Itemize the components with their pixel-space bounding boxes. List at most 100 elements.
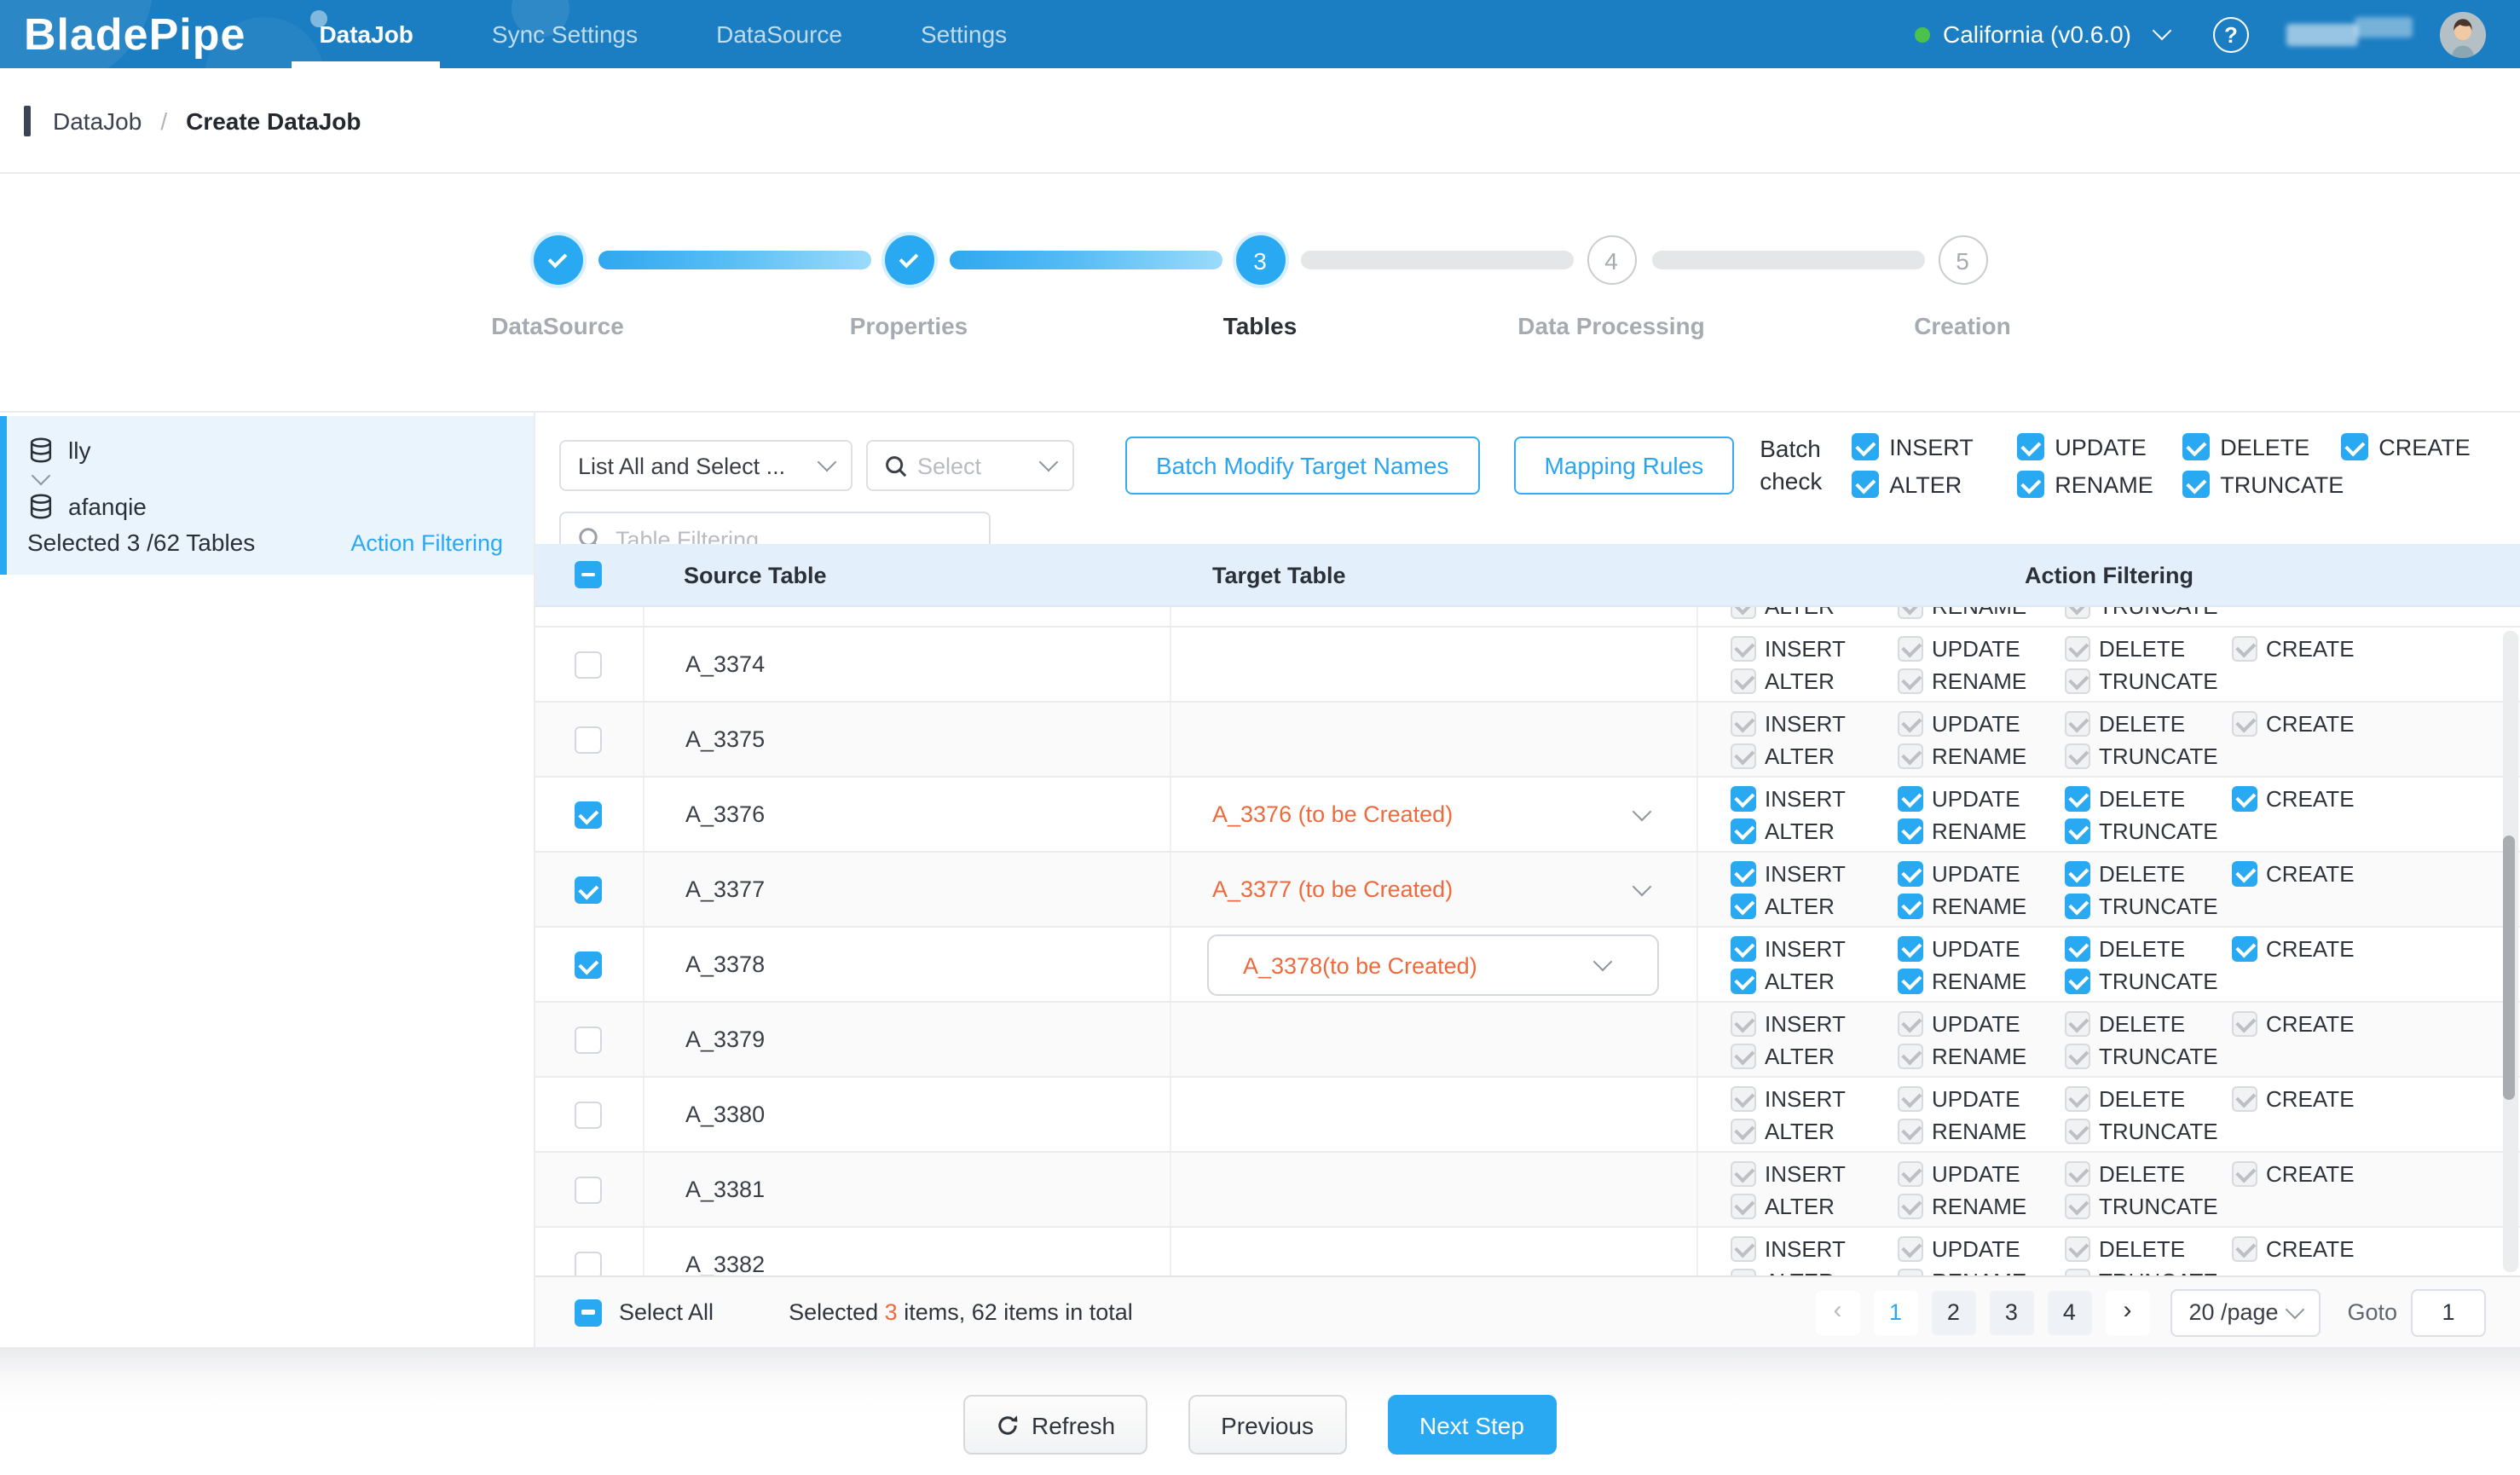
environment-selector[interactable]: California (v0.6.0): [1914, 20, 2169, 48]
table-row[interactable]: A_3376A_3376 (to be Created)INSERTUPDATE…: [535, 778, 2520, 853]
select-all-checkbox[interactable]: [575, 1299, 602, 1326]
row-checkbox[interactable]: [575, 1027, 602, 1054]
table-row[interactable]: A_3379INSERTUPDATEDELETECREATEALTERRENAM…: [535, 1003, 2520, 1078]
action-alter: ALTER: [1731, 1119, 1898, 1144]
list-mode-select[interactable]: List All and Select ...: [559, 440, 853, 491]
table-row[interactable]: A_3374INSERTUPDATEDELETECREATEALTERRENAM…: [535, 628, 2520, 703]
action-label: ALTER: [1765, 1269, 1835, 1275]
batch-alter-checkbox[interactable]: [1852, 471, 1879, 498]
batch-update-checkbox[interactable]: [2017, 433, 2044, 460]
goto-page-input[interactable]: 1: [2411, 1288, 2486, 1336]
row-checkbox[interactable]: [575, 876, 602, 904]
pagination-page-2[interactable]: 2: [1931, 1290, 1975, 1334]
target-table-cell: [1171, 607, 1698, 628]
pagination-page-1[interactable]: 1: [1873, 1290, 1917, 1334]
nav-item-sync-settings[interactable]: Sync Settings: [453, 0, 677, 68]
action-update: UPDATE: [1898, 711, 2065, 737]
alter-checkbox[interactable]: [1731, 894, 1756, 919]
create-checkbox: [2232, 1086, 2257, 1112]
action-label: RENAME: [1932, 1044, 2026, 1069]
source-schema-item[interactable]: lly: [27, 433, 503, 467]
table-row[interactable]: A_3375INSERTUPDATEDELETECREATEALTERRENAM…: [535, 703, 2520, 778]
create-checkbox[interactable]: [2232, 786, 2257, 812]
update-checkbox[interactable]: [1898, 786, 1923, 812]
row-checkbox[interactable]: [575, 651, 602, 679]
next-step-button[interactable]: Next Step: [1387, 1395, 1557, 1455]
action-rename: RENAME: [1898, 743, 2065, 769]
delete-checkbox[interactable]: [2065, 936, 2090, 962]
breadcrumb-parent[interactable]: DataJob: [53, 107, 142, 134]
target-table-cell: A_3377 (to be Created): [1171, 853, 1698, 926]
mapping-rules-button[interactable]: Mapping Rules: [1513, 437, 1734, 495]
pagination-page-4[interactable]: 4: [2047, 1290, 2091, 1334]
rename-checkbox: [1898, 607, 1923, 619]
scrollbar-thumb[interactable]: [2503, 836, 2515, 1100]
row-checkbox[interactable]: [575, 1102, 602, 1129]
truncate-checkbox: [2065, 1269, 2090, 1275]
batch-rename-checkbox[interactable]: [2017, 471, 2044, 498]
table-row[interactable]: A_3381INSERTUPDATEDELETECREATEALTERRENAM…: [535, 1153, 2520, 1228]
table-row[interactable]: A_3377A_3377 (to be Created)INSERTUPDATE…: [535, 853, 2520, 928]
update-checkbox[interactable]: [1898, 936, 1923, 962]
secondary-select[interactable]: Select: [866, 440, 1074, 491]
schema-selected-panel[interactable]: lly afanqie Selected 3 /62 Tables Acti: [0, 416, 534, 575]
avatar[interactable]: [2440, 11, 2486, 57]
action-label: INSERT: [1765, 936, 1846, 962]
truncate-checkbox[interactable]: [2065, 818, 2090, 844]
row-checkbox[interactable]: [575, 1177, 602, 1204]
nav-item-datajob[interactable]: DataJob: [280, 0, 452, 68]
delete-checkbox[interactable]: [2065, 861, 2090, 887]
create-checkbox[interactable]: [2232, 936, 2257, 962]
truncate-checkbox[interactable]: [2065, 969, 2090, 994]
batch-modify-target-names-button[interactable]: Batch Modify Target Names: [1125, 437, 1479, 495]
row-checkbox[interactable]: [575, 1252, 602, 1275]
insert-checkbox[interactable]: [1731, 786, 1756, 812]
action-filtering-link[interactable]: Action Filtering: [350, 529, 503, 555]
create-checkbox[interactable]: [2232, 861, 2257, 887]
action-delete: DELETE: [2065, 936, 2232, 962]
rename-checkbox[interactable]: [1898, 818, 1923, 844]
alter-checkbox[interactable]: [1731, 818, 1756, 844]
batch-truncate-checkbox[interactable]: [2182, 471, 2210, 498]
insert-checkbox[interactable]: [1731, 936, 1756, 962]
nav-item-settings[interactable]: Settings: [881, 0, 1046, 68]
table-row[interactable]: INSERTUPDATEDELETECREATEALTERRENAMETRUNC…: [535, 607, 2520, 628]
tables-main: List All and Select ... Select Batch Mod…: [535, 413, 2520, 1347]
pagination-prev-button[interactable]: ‹: [1815, 1290, 1859, 1334]
refresh-button[interactable]: Refresh: [963, 1395, 1147, 1455]
alter-checkbox[interactable]: [1731, 969, 1756, 994]
select-all-header-checkbox[interactable]: [575, 561, 602, 588]
batch-create-checkbox[interactable]: [2341, 433, 2368, 460]
target-schema-item[interactable]: afanqie: [27, 489, 503, 523]
update-checkbox[interactable]: [1898, 861, 1923, 887]
action-line: ALTERRENAMETRUNCATE: [1731, 1115, 2520, 1148]
batch-delete-checkbox[interactable]: [2182, 433, 2210, 460]
row-checkbox[interactable]: [575, 952, 602, 979]
target-table-select[interactable]: A_3378(to be Created): [1207, 934, 1659, 996]
action-line: ALTERRENAMETRUNCATE: [1731, 607, 2520, 622]
search-icon: [885, 454, 907, 477]
insert-checkbox[interactable]: [1731, 861, 1756, 887]
page-size-select[interactable]: 20 /page: [2170, 1288, 2320, 1336]
action-rename: RENAME: [1898, 607, 2065, 619]
batch-insert-checkbox[interactable]: [1852, 433, 1879, 460]
rename-checkbox[interactable]: [1898, 969, 1923, 994]
table-row[interactable]: A_3380INSERTUPDATEDELETECREATEALTERRENAM…: [535, 1078, 2520, 1153]
table-row[interactable]: A_3382INSERTUPDATEDELETECREATEALTERRENAM…: [535, 1228, 2520, 1275]
scrollbar-track[interactable]: [2503, 631, 2518, 1272]
row-checkbox[interactable]: [575, 726, 602, 754]
delete-checkbox[interactable]: [2065, 786, 2090, 812]
previous-button[interactable]: Previous: [1188, 1395, 1346, 1455]
pagination-next-button[interactable]: ›: [2105, 1290, 2149, 1334]
help-button[interactable]: ?: [2213, 16, 2249, 52]
truncate-checkbox[interactable]: [2065, 894, 2090, 919]
breadcrumb: DataJob / Create DataJob: [0, 68, 2520, 172]
pagination-page-3[interactable]: 3: [1989, 1290, 2033, 1334]
nav-item-datasource[interactable]: DataSource: [677, 0, 881, 68]
action-label: ALTER: [1765, 743, 1835, 769]
table-row[interactable]: A_3378A_3378(to be Created)INSERTUPDATED…: [535, 928, 2520, 1003]
row-checkbox[interactable]: [575, 801, 602, 829]
rename-checkbox[interactable]: [1898, 894, 1923, 919]
row-checkbox-cell: [535, 1153, 643, 1226]
action-label: DELETE: [2099, 786, 2185, 812]
